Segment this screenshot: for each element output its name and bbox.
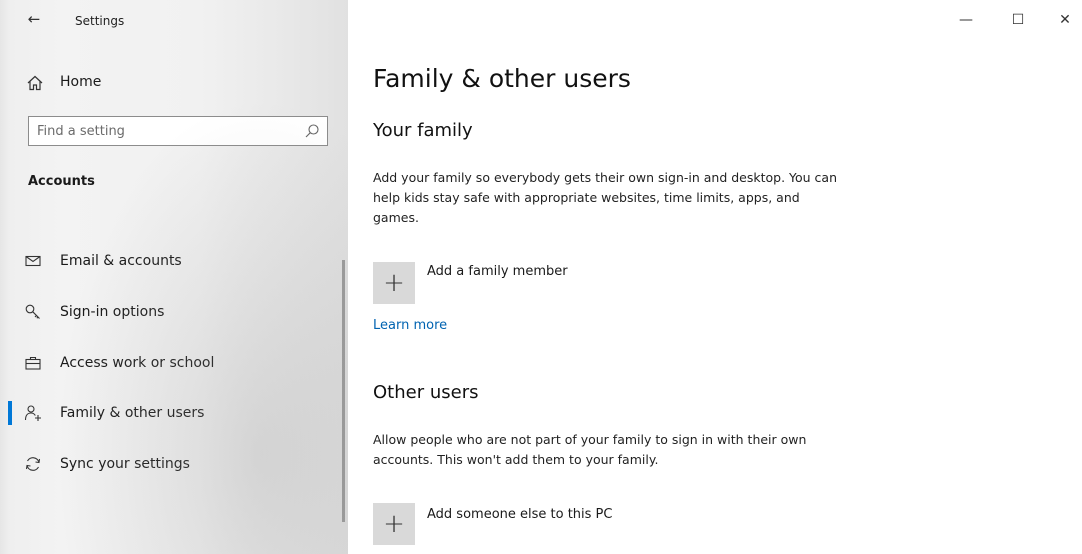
your-family-heading: Your family [373,120,473,141]
plus-icon: + [383,509,405,539]
add-someone-else-button[interactable]: + [373,503,415,545]
add-family-member-label[interactable]: Add a family member [427,264,568,279]
sync-icon [24,455,42,473]
home-label: Home [60,74,102,90]
search-box[interactable] [28,116,328,146]
search-input[interactable] [29,117,297,145]
sidebar-item-label: Sign-in options [60,304,165,320]
add-someone-else-label[interactable]: Add someone else to this PC [427,507,612,522]
title-bar: ← Settings [0,0,348,40]
search-icon[interactable] [303,122,321,140]
page-title: Family & other users [373,64,631,93]
sidebar-item-label: Family & other users [60,405,205,421]
sidebar-item-home[interactable]: Home [20,70,320,96]
close-button[interactable]: ✕ [1050,8,1080,32]
your-family-description: Add your family so everybody gets their … [373,170,838,225]
home-icon [26,74,44,92]
sidebar-item-sign-in-options[interactable]: Sign-in options [0,297,340,327]
add-family-member-button[interactable]: + [373,262,415,304]
sidebar-item-family-other-users[interactable]: Family & other users [0,398,340,428]
sidebar: ← Settings Home Accounts [0,0,348,554]
main-content: — ☐ ✕ Family & other users Your family A… [348,0,1082,554]
plus-icon: + [383,268,405,298]
section-title-accounts: Accounts [28,174,95,189]
selected-indicator [8,401,12,425]
sidebar-item-label: Sync your settings [60,456,190,472]
learn-more-link[interactable]: Learn more [373,318,447,333]
sidebar-item-label: Email & accounts [60,253,182,269]
key-icon [24,303,42,321]
mail-icon [24,252,42,270]
app-title: Settings [75,14,125,28]
sidebar-item-email-accounts[interactable]: Email & accounts [0,246,340,276]
person-add-icon [24,404,42,422]
close-icon: ✕ [1059,12,1071,28]
back-button[interactable]: ← [20,6,48,32]
sidebar-item-access-work-school[interactable]: Access work or school [0,348,340,378]
sidebar-item-sync-settings[interactable]: Sync your settings [0,449,340,479]
other-users-description: Allow people who are not part of your fa… [373,432,807,467]
sidebar-item-label: Access work or school [60,355,215,371]
other-users-heading: Other users [373,382,479,403]
minimize-icon: — [959,12,973,28]
briefcase-icon [24,354,42,372]
back-arrow-icon: ← [27,10,41,28]
sidebar-scrollbar[interactable] [342,260,345,522]
maximize-icon: ☐ [1011,12,1025,28]
settings-window: ← Settings Home Accounts [0,0,1082,554]
minimize-button[interactable]: — [951,8,981,32]
maximize-button[interactable]: ☐ [1003,8,1033,32]
